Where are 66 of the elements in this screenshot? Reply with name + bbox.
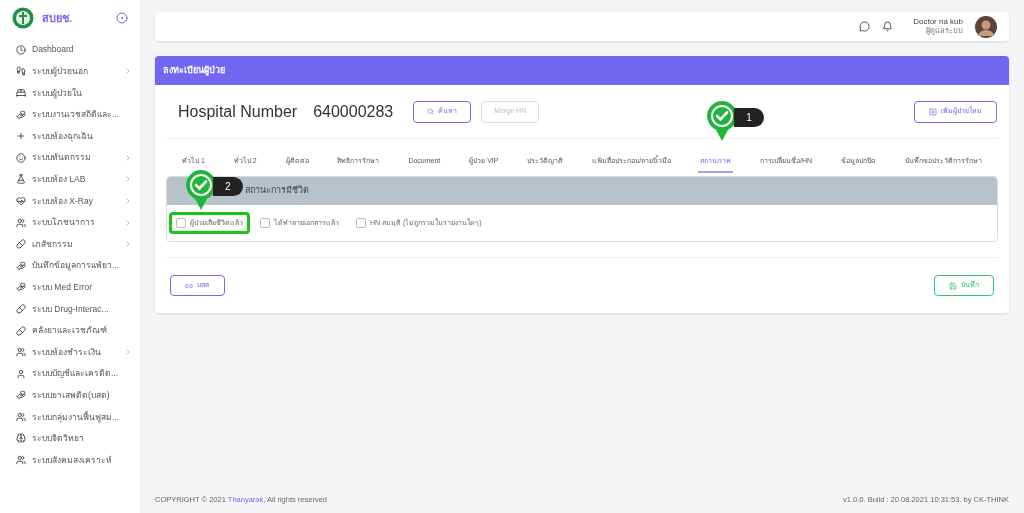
step-number-badge: 2 <box>213 177 243 196</box>
sidebar-item[interactable]: คลังยาและเวชภัณฑ์ <box>0 319 140 342</box>
hospital-number-label: Hospital Number <box>178 101 298 122</box>
sidebar-item[interactable]: ระบบห้องฉุกเฉิน <box>0 125 140 147</box>
hands-heart-icon <box>16 390 26 401</box>
link-icon <box>185 281 193 290</box>
sidebar-item[interactable]: ระบบห้อง X-Ray <box>0 190 140 212</box>
flask-icon <box>16 174 26 185</box>
bed-icon <box>16 88 26 98</box>
notification-icon[interactable] <box>882 21 894 32</box>
sidebar-item[interactable]: ระบบสังคมสงเคราะห์ <box>0 449 140 471</box>
sidebar-item[interactable]: ระบบทันตกรรม <box>0 146 140 169</box>
user-name: Doctor na kub <box>913 18 963 27</box>
face-icon <box>16 152 26 163</box>
hands-heart-icon <box>16 282 26 293</box>
sidebar-item[interactable]: ระบบผู้ป่วยใน <box>0 82 140 104</box>
sidebar-item[interactable]: ระบบโภชนาการ <box>0 211 140 234</box>
chevron-icon <box>124 67 132 76</box>
sidebar-item[interactable]: ระบบงานเวชสถิติและ... <box>0 103 140 126</box>
sidebar-item[interactable]: ระบบ Drug-Interac... <box>0 298 140 320</box>
people-icon <box>16 217 26 228</box>
chevron-icon <box>124 175 132 184</box>
chat-icon[interactable] <box>859 21 871 32</box>
brain-icon <box>16 433 26 444</box>
plus-square-icon <box>929 107 937 116</box>
avatar[interactable] <box>975 15 997 38</box>
card-header: ลงทะเบียนผู้ป่วย <box>155 56 1009 85</box>
hands-heart-icon <box>16 260 26 271</box>
checkbox[interactable] <box>260 218 270 228</box>
search-icon <box>427 108 435 115</box>
chevron-icon <box>124 196 132 205</box>
heart-pulse-icon <box>16 195 26 206</box>
clock-icon <box>16 44 26 55</box>
panel-title: สถานะการมีชีวิต <box>245 184 309 198</box>
logo-text: สบยช. <box>42 10 73 26</box>
sidebar-item[interactable]: บันทึกข้อมูลการแพ้ยา... <box>0 254 140 277</box>
chevron-icon <box>124 348 132 357</box>
hospital-number-value: 640000283 <box>313 101 394 122</box>
people-icon <box>16 455 26 466</box>
sidebar-item[interactable]: ระบบผู้ป่วยนอก <box>0 60 140 83</box>
sidebar-toggle-icon[interactable] <box>116 12 128 24</box>
pill-icon <box>16 239 26 250</box>
pill-icon <box>16 325 26 336</box>
checkbox[interactable] <box>356 218 366 228</box>
sidebar-item[interactable]: Dashboard <box>0 39 140 61</box>
sidebar-item[interactable]: เภสัชกรรม <box>0 233 140 255</box>
hands-heart-icon <box>16 109 26 120</box>
save-icon <box>949 281 957 290</box>
pill-icon <box>16 303 26 314</box>
plus-icon <box>16 131 26 142</box>
people-icon <box>16 347 26 358</box>
sidebar-item[interactable]: ระบบห้อง LAB <box>0 168 140 191</box>
sidebar-item[interactable]: ระบบ Med Error <box>0 276 140 299</box>
sidebar-item[interactable]: ระบบจิตวิทยา <box>0 427 140 450</box>
checkbox[interactable] <box>176 218 186 228</box>
people-icon <box>16 411 26 422</box>
sidebar-item[interactable]: ระบบห้องชำระเงิน <box>0 341 140 363</box>
person-icon <box>16 368 26 379</box>
sidebar-item[interactable]: ระบบกลุ่มงานฟื้นฟูสม... <box>0 406 140 428</box>
logo-icon <box>12 7 34 29</box>
step-number-badge: 1 <box>734 107 764 127</box>
chevron-icon <box>124 240 132 249</box>
sidebar-item[interactable]: ระบบบัญชีและเครดิต... <box>0 362 140 385</box>
chevron-icon <box>124 153 132 162</box>
sidebar-item[interactable]: ระบบยาเสพติด(บสต) <box>0 384 140 407</box>
chevron-icon <box>124 218 132 227</box>
